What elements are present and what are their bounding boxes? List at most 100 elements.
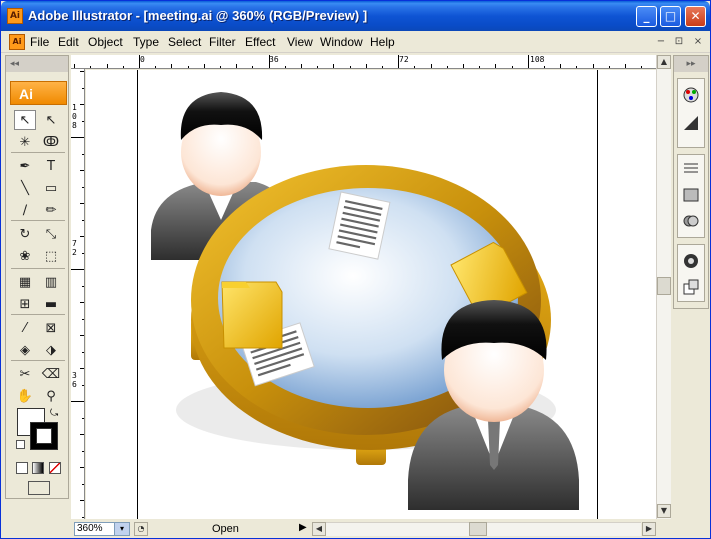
scroll-left-button[interactable]: ◀ bbox=[312, 522, 326, 536]
ruler-top-label: 72 bbox=[399, 55, 409, 64]
menu-window[interactable]: Window bbox=[320, 35, 363, 49]
tool-separator bbox=[11, 314, 65, 315]
illustrator-app-icon[interactable]: Ai bbox=[7, 8, 23, 24]
menu-type[interactable]: Type bbox=[133, 35, 159, 49]
tools-panel: ◂◂ Ai ↖ ↖ ✳ ↂ ✒ T ╲ ▭ ∕ ✏ ↻ ⤡ ❀ ⬚ ▦ ▥ ⊞ ▬ ⁄ ⊠ ◈ ⬗ ✂ ⌫ ✋ ⚲ ⤿ bbox=[5, 55, 69, 499]
type-tool[interactable]: T bbox=[40, 156, 62, 176]
dock-group-appearance bbox=[677, 154, 705, 238]
menu-edit[interactable]: Edit bbox=[58, 35, 79, 49]
vertical-scrollbar[interactable]: ▲ ▼ bbox=[656, 55, 671, 519]
menu-filter[interactable]: Filter bbox=[209, 35, 236, 49]
ruler-top-label: 0 bbox=[140, 55, 145, 64]
ruler-left-label: 108 bbox=[72, 103, 77, 130]
title-bar[interactable]: Ai Adobe Illustrator - [meeting.ai @ 360… bbox=[1, 1, 710, 31]
stroke-inner bbox=[36, 428, 52, 444]
status-menu-arrow[interactable]: ▶ bbox=[299, 522, 307, 533]
appearance-icon[interactable] bbox=[681, 211, 701, 231]
artboard-canvas[interactable] bbox=[86, 70, 656, 519]
zoom-dropdown-button[interactable]: ▾ bbox=[114, 522, 130, 536]
zoom-tool[interactable]: ⚲ bbox=[40, 386, 62, 406]
tools-panel-header[interactable]: ◂◂ bbox=[6, 56, 68, 72]
magic-wand-tool[interactable]: ✳ bbox=[14, 132, 36, 152]
rotate-tool[interactable]: ↻ bbox=[14, 224, 36, 244]
ruler-left-label: 36 bbox=[72, 371, 77, 389]
menu-file[interactable]: File bbox=[30, 35, 49, 49]
swap-colors-icon[interactable]: ⤿ bbox=[50, 408, 58, 419]
app-window: Ai Adobe Illustrator - [meeting.ai @ 360… bbox=[0, 0, 711, 539]
warp-tool[interactable]: ❀ bbox=[14, 246, 36, 266]
doc-close-button[interactable]: × bbox=[691, 35, 705, 48]
tool-separator bbox=[11, 268, 65, 269]
gradient-mode-icon[interactable] bbox=[32, 462, 44, 474]
meeting-artwork[interactable] bbox=[86, 70, 656, 519]
maximize-button[interactable]: □ bbox=[660, 6, 681, 27]
palette-dock: ▸▸ bbox=[673, 55, 709, 309]
selection-tool[interactable]: ↖ bbox=[14, 110, 36, 130]
doc-minimize-button[interactable]: − bbox=[654, 35, 668, 48]
transparency-icon[interactable] bbox=[681, 185, 701, 205]
pencil-tool[interactable]: ✏ bbox=[40, 200, 62, 220]
symbol-sprayer-tool[interactable]: ▦ bbox=[14, 272, 36, 292]
hand-tool[interactable]: ✋ bbox=[14, 386, 36, 406]
dock-group-styles bbox=[677, 244, 705, 302]
ruler-left-label: 72 bbox=[72, 239, 77, 257]
tool-separator bbox=[11, 220, 65, 221]
menu-help[interactable]: Help bbox=[370, 35, 395, 49]
lasso-tool[interactable]: ↂ bbox=[40, 132, 62, 152]
gradient-tool[interactable]: ▬ bbox=[40, 294, 62, 314]
eraser-tool[interactable]: ⌫ bbox=[40, 364, 62, 384]
scroll-up-button[interactable]: ▲ bbox=[657, 55, 671, 69]
symbols-icon[interactable] bbox=[681, 277, 701, 297]
none-mode-icon[interactable] bbox=[49, 462, 61, 474]
doc-restore-button[interactable]: ⊡ bbox=[672, 35, 686, 48]
graphic-styles-icon[interactable] bbox=[681, 251, 701, 271]
adobe-logo[interactable]: Ai bbox=[10, 81, 67, 105]
column-graph-tool[interactable]: ▥ bbox=[40, 272, 62, 292]
menu-select[interactable]: Select bbox=[168, 35, 201, 49]
screen-mode-icon[interactable] bbox=[28, 481, 50, 495]
stroke-icon[interactable] bbox=[681, 113, 701, 133]
tool-separator bbox=[11, 152, 65, 153]
scale-tool[interactable]: ⤡ bbox=[40, 224, 62, 244]
live-paint-selection-tool[interactable]: ⬗ bbox=[40, 340, 62, 360]
vertical-ruler[interactable]: 108 72 36 bbox=[71, 69, 85, 519]
ruler-top-label: 108 bbox=[530, 55, 545, 64]
vertical-scroll-thumb[interactable] bbox=[657, 277, 671, 295]
menu-effect[interactable]: Effect bbox=[245, 35, 275, 49]
paintbrush-tool[interactable]: ∕ bbox=[14, 200, 36, 220]
dock-header[interactable]: ▸▸ bbox=[674, 56, 708, 72]
horizontal-ruler[interactable]: 0 36 72 108 bbox=[71, 55, 656, 69]
horizontal-scroll-thumb[interactable] bbox=[469, 522, 487, 536]
status-menu-icon[interactable]: ◔ bbox=[134, 522, 148, 536]
stroke-swatch[interactable] bbox=[30, 422, 58, 450]
color-palette-icon[interactable] bbox=[681, 85, 701, 105]
document-icon[interactable]: Ai bbox=[9, 34, 25, 50]
window-title: Adobe Illustrator - [meeting.ai @ 360% (… bbox=[28, 8, 368, 23]
menu-bar: Ai File Edit Object Type Select Filter E… bbox=[1, 31, 710, 53]
blend-tool[interactable]: ⊠ bbox=[40, 318, 62, 338]
free-transform-tool[interactable]: ⬚ bbox=[40, 246, 62, 266]
scroll-right-button[interactable]: ▶ bbox=[642, 522, 656, 536]
direct-selection-tool[interactable]: ↖ bbox=[40, 110, 62, 130]
ruler-ticks-left bbox=[71, 71, 84, 518]
live-paint-bucket-tool[interactable]: ◈ bbox=[14, 340, 36, 360]
scroll-down-button[interactable]: ▼ bbox=[657, 504, 671, 518]
minimize-button[interactable]: _ bbox=[636, 6, 657, 27]
dock-group-color bbox=[677, 78, 705, 148]
tool-separator bbox=[11, 360, 65, 361]
folder bbox=[221, 281, 283, 349]
ruler-top-label: 36 bbox=[269, 55, 279, 64]
default-colors-icon[interactable] bbox=[16, 440, 25, 449]
menu-object[interactable]: Object bbox=[88, 35, 123, 49]
pen-tool[interactable]: ✒ bbox=[14, 156, 36, 176]
line-segment-tool[interactable]: ╲ bbox=[14, 178, 36, 198]
eyedropper-tool[interactable]: ⁄ bbox=[14, 318, 36, 338]
close-button[interactable]: ✕ bbox=[685, 6, 706, 27]
slice-tool[interactable]: ✂ bbox=[14, 364, 36, 384]
rectangle-tool[interactable]: ▭ bbox=[40, 178, 62, 198]
color-mode-icon[interactable] bbox=[16, 462, 28, 474]
mesh-tool[interactable]: ⊞ bbox=[14, 294, 36, 314]
menu-view[interactable]: View bbox=[287, 35, 313, 49]
status-info-text: Open bbox=[212, 523, 239, 535]
gradient-icon[interactable] bbox=[681, 159, 701, 179]
